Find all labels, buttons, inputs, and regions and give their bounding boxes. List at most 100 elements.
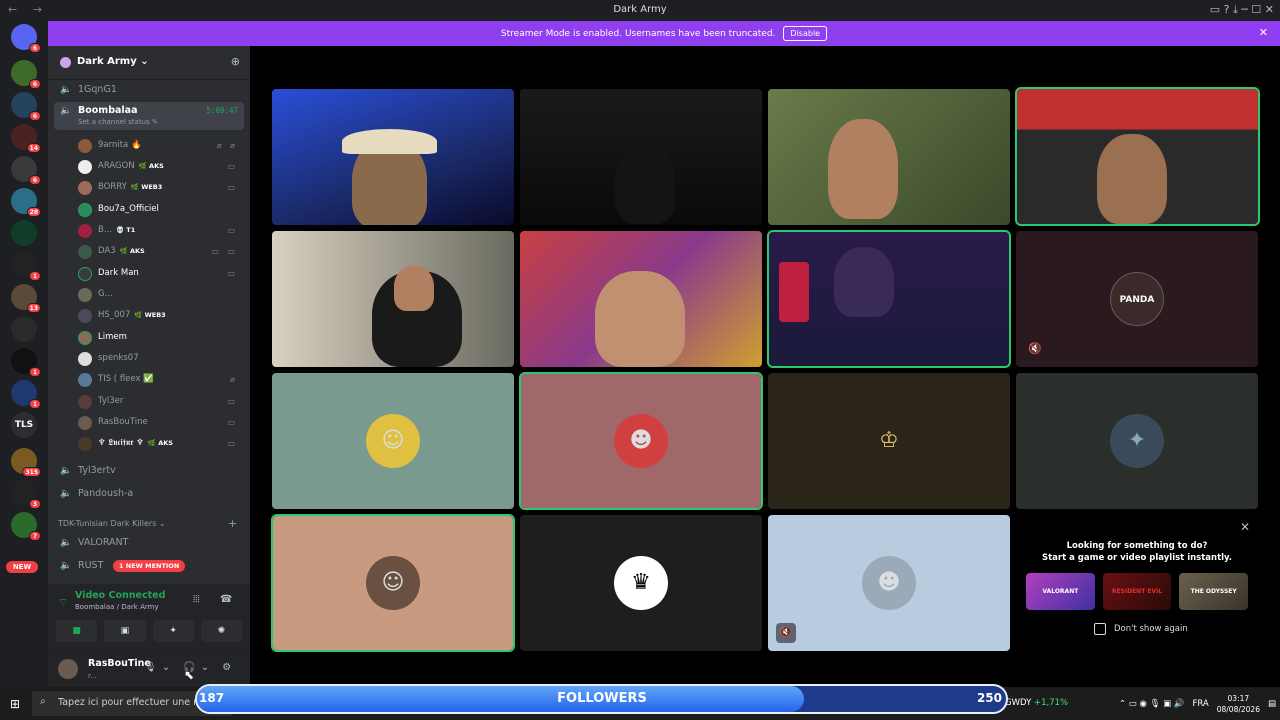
video-tile[interactable] bbox=[1015, 87, 1260, 226]
avatar bbox=[78, 373, 92, 387]
signal-icon[interactable]: ⌔ bbox=[58, 596, 68, 610]
pc-case bbox=[779, 262, 809, 322]
soundboard-button[interactable]: ✺ bbox=[200, 620, 242, 642]
voice-user[interactable]: Bou7a_Officiel bbox=[78, 201, 240, 219]
video-tile[interactable] bbox=[272, 231, 514, 367]
video-tile[interactable] bbox=[767, 230, 1011, 368]
dont-show-checkbox[interactable] bbox=[1094, 623, 1106, 635]
clock[interactable]: 03:17 08/08/2026 bbox=[1217, 693, 1260, 715]
noise-suppression-icon[interactable]: ⦙⦙⦙ bbox=[193, 594, 200, 605]
screen-share-button[interactable]: ▣ bbox=[104, 620, 146, 642]
dont-show-label[interactable]: Don't show again bbox=[1114, 624, 1188, 634]
video-tile[interactable]: ✦ bbox=[1016, 373, 1258, 509]
participant-video bbox=[834, 247, 894, 317]
my-username[interactable]: RasBouTine bbox=[88, 658, 151, 669]
camera-button[interactable]: ■ bbox=[56, 620, 98, 642]
activity-card[interactable]: RESIDENT EVIL bbox=[1102, 573, 1172, 610]
server-icon[interactable]: 1 bbox=[11, 252, 41, 281]
mention-badge: 6 bbox=[29, 43, 41, 53]
participant-video bbox=[615, 144, 675, 224]
avatar: ☻ bbox=[614, 414, 668, 468]
server-icon[interactable] bbox=[11, 220, 37, 246]
guild-header[interactable]: Dark Army ⌄ ⊕ bbox=[48, 46, 250, 80]
video-tile[interactable] bbox=[520, 231, 762, 367]
video-tile[interactable] bbox=[272, 89, 514, 225]
server-icon[interactable]: 28 bbox=[11, 188, 41, 217]
server-icon[interactable]: 6 bbox=[11, 60, 41, 89]
voice-user[interactable]: spenks07 bbox=[78, 350, 240, 368]
server-icon[interactable] bbox=[11, 316, 37, 342]
voice-user[interactable]: RasBouTine ▭ bbox=[78, 414, 240, 432]
server-icon[interactable]: 13 bbox=[11, 284, 41, 313]
disable-button[interactable]: Disable bbox=[783, 26, 828, 41]
server-icon[interactable]: 1 bbox=[11, 348, 41, 377]
server-icon[interactable]: 3 bbox=[11, 480, 41, 509]
server-icon[interactable]: 1 bbox=[11, 380, 41, 409]
server-icon[interactable]: 7 bbox=[11, 512, 41, 541]
voice-channel[interactable]: 🔈 Tyl3ertv bbox=[54, 462, 244, 480]
voice-channel-path[interactable]: Boombalaa / Dark Army bbox=[75, 603, 159, 611]
server-tls[interactable]: TLS bbox=[11, 412, 37, 438]
voice-user[interactable]: Tyl3er ▭ bbox=[78, 393, 240, 411]
voice-user[interactable]: ARAGON 🌿 AKS ▭ bbox=[78, 158, 240, 176]
user-status-icons: ▭ bbox=[227, 418, 238, 427]
tray-icons[interactable]: ⌃ ▭ ◉ 🎙 ▣ 🔊 bbox=[1119, 699, 1185, 709]
voice-user[interactable]: Limem bbox=[78, 329, 240, 347]
guild-name[interactable]: Dark Army ⌄ bbox=[77, 56, 149, 67]
video-tile[interactable]: ♔ bbox=[768, 373, 1010, 509]
voice-channel[interactable]: 🔈 Pandoush-a bbox=[54, 485, 244, 503]
user-status-icons: ▭ bbox=[227, 269, 238, 278]
server-icon[interactable]: 6 bbox=[11, 156, 41, 185]
voice-user[interactable]: 9arnita 🔥 ⌀ ⌀ bbox=[78, 137, 240, 155]
face bbox=[394, 266, 434, 311]
window-controls[interactable]: ▭ ? ⤓ ─ ☐ ✕ bbox=[1210, 3, 1274, 17]
activities-button[interactable]: ✦ bbox=[152, 620, 194, 642]
voice-user[interactable]: G... bbox=[78, 286, 240, 304]
voice-user[interactable]: HS_007 🌿 WEB3 bbox=[78, 307, 240, 325]
server-icon[interactable]: 6 bbox=[11, 92, 41, 121]
voice-user[interactable]: TIS ( fleex ✅ ⌀ bbox=[78, 371, 240, 389]
participant-video bbox=[1097, 134, 1167, 224]
server-icon[interactable]: 14 bbox=[11, 124, 41, 153]
voice-channel-active[interactable]: 🔈 Boombalaa 5:09:47 Set a channel status… bbox=[54, 102, 244, 130]
voice-channel[interactable]: 🔈 1GqnG1 bbox=[54, 81, 244, 99]
add-member-icon[interactable]: ⊕ bbox=[231, 55, 240, 68]
disconnect-icon[interactable]: ☎ bbox=[220, 594, 232, 605]
add-channel-icon[interactable]: + bbox=[228, 517, 237, 530]
windows-start-icon[interactable]: ⊞ bbox=[10, 697, 20, 711]
channel-status[interactable]: Set a channel status ✎ bbox=[78, 118, 158, 126]
stock-ticker[interactable]: GWDY +1,71% bbox=[1005, 698, 1068, 708]
video-tile[interactable] bbox=[520, 89, 762, 225]
video-tile[interactable]: ☻ bbox=[519, 372, 763, 510]
video-tile[interactable]: ☺ bbox=[271, 514, 515, 652]
language-indicator[interactable]: FRA bbox=[1192, 699, 1208, 709]
server-icon[interactable]: 315 bbox=[11, 448, 41, 477]
user-status-icons: ▭ bbox=[227, 397, 238, 406]
avatar[interactable] bbox=[58, 659, 78, 679]
call-timer: 5:09:47 bbox=[206, 106, 238, 115]
voice-user[interactable]: Dark Man ▭ bbox=[78, 265, 240, 283]
avatar: ☺ bbox=[366, 556, 420, 610]
new-mention-badge[interactable]: 1 NEW MENTION bbox=[113, 560, 186, 572]
notifications-icon[interactable]: ▤ bbox=[1268, 699, 1276, 709]
category-header[interactable]: TDK-Tunisian Dark Killers ⌄ + bbox=[58, 517, 237, 530]
voice-channel[interactable]: 🔈 VALORANT bbox=[54, 534, 244, 552]
video-tile[interactable]: ☻ 🔇 bbox=[768, 515, 1010, 651]
voice-user[interactable]: BORRY 🌿 WEB3 ▭ bbox=[78, 179, 240, 197]
close-icon[interactable]: ✕ bbox=[1240, 520, 1250, 534]
avatar bbox=[78, 352, 92, 366]
discord-home-icon[interactable]: 6 bbox=[11, 24, 41, 53]
video-tile[interactable]: ♛ bbox=[520, 515, 762, 651]
video-tile[interactable] bbox=[768, 89, 1010, 225]
participant-video bbox=[595, 271, 685, 367]
voice-user[interactable]: ♆ 𝕷𝖚𝖈𝖎𝖋𝖚𝖗 ♆ 🌿 AKS ▭ bbox=[78, 435, 240, 453]
close-icon[interactable]: ✕ bbox=[1259, 26, 1268, 39]
new-badge[interactable]: NEW bbox=[6, 561, 38, 573]
voice-user[interactable]: B... 💀 T1 ▭ bbox=[78, 222, 240, 240]
activity-card[interactable]: THE ODYSSEY bbox=[1179, 573, 1249, 610]
voice-user[interactable]: DA3 🌿 AKS ▭ ▭ bbox=[78, 243, 240, 261]
avatar bbox=[78, 139, 92, 153]
video-tile[interactable]: PANDA 🔇 bbox=[1016, 231, 1258, 367]
activity-card[interactable]: VALORANT bbox=[1026, 573, 1095, 610]
video-tile[interactable]: ☺ bbox=[272, 373, 514, 509]
